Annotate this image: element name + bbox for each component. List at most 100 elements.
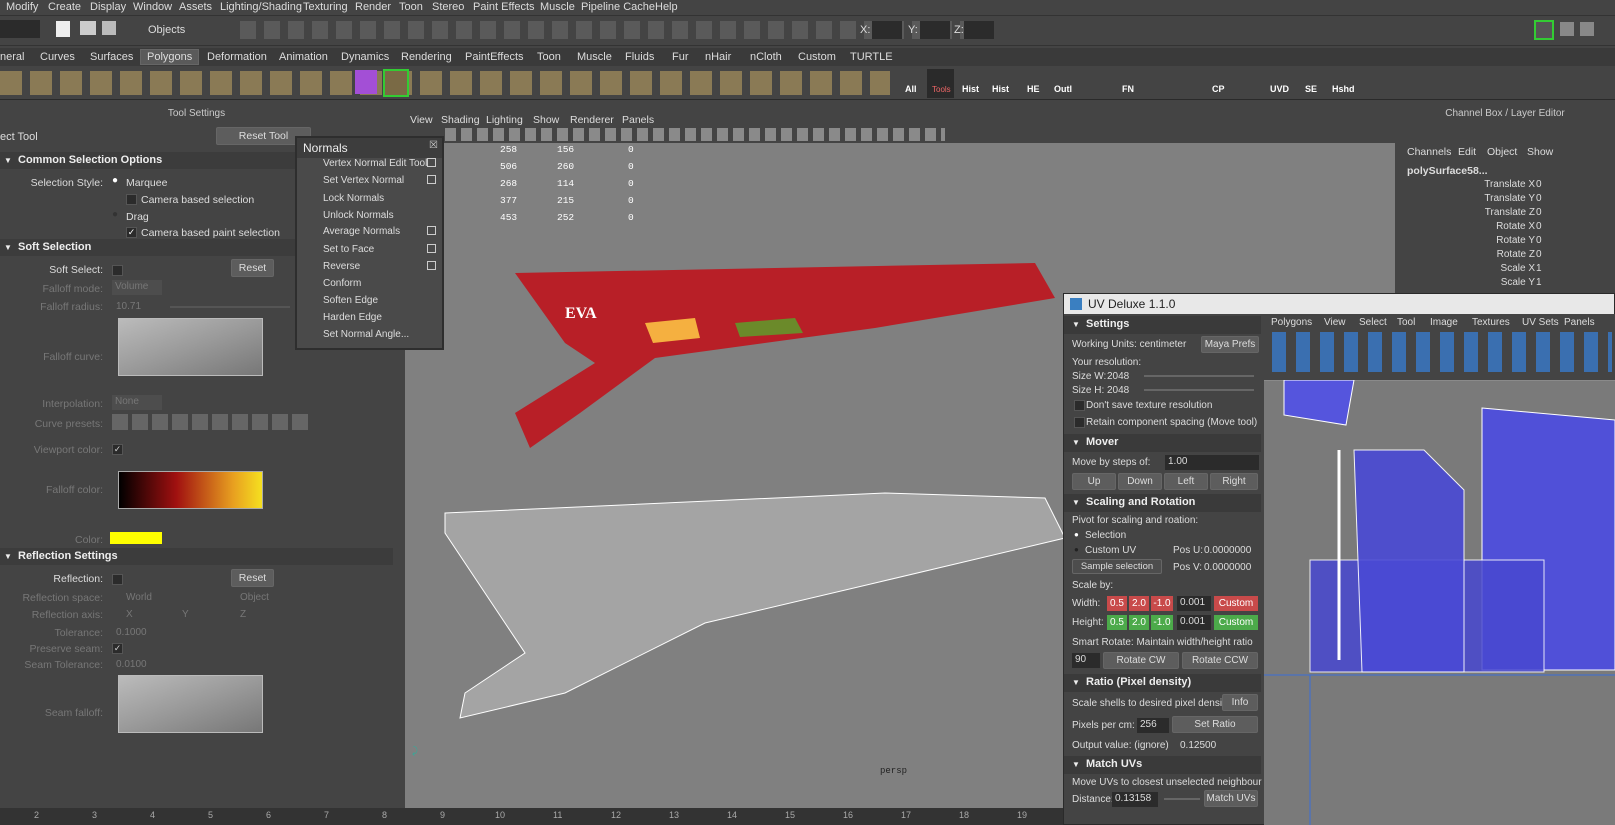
shelf-tab-custom[interactable]: Custom [798,51,836,63]
shelf-hist1-label[interactable]: Hist [962,84,979,94]
normals-item-vertex-normal-edit-tool[interactable]: Vertex Normal Edit Tool [323,158,427,169]
match-uvs-button[interactable]: Match UVs [1204,790,1258,807]
maya-prefs-button[interactable]: Maya Prefs [1201,336,1259,353]
normals-item-set-vertex-normal[interactable]: Set Vertex Normal [323,175,404,186]
shelf-tab-polygons[interactable]: Polygons [140,49,200,65]
uv-menu-uv-sets[interactable]: UV Sets [1522,317,1559,328]
menu-texturing[interactable]: Texturing [303,1,348,13]
viewport-menu-renderer[interactable]: Renderer [570,114,614,126]
uv-menu-polygons[interactable]: Polygons [1271,317,1312,328]
panel-layout-icon[interactable] [1534,20,1554,40]
match-uvs-section[interactable]: Match UVs [1064,756,1261,774]
menu-display[interactable]: Display [90,1,126,13]
attr-translate-z-value[interactable]: 0 [1536,207,1542,218]
preserve-seam-checkbox[interactable]: ✓ [112,643,123,654]
viewport-color-checkbox[interactable]: ✓ [112,444,123,455]
attr-rotate-z-value[interactable]: 0 [1536,249,1542,260]
time-slider[interactable]: 2 3 4 5 6 7 8 9 10 11 12 13 14 15 16 17 … [0,808,1063,825]
width-custom-field[interactable]: 0.001 [1177,596,1211,611]
move-step-field[interactable]: 1.00 [1165,455,1259,470]
reflection-world-radio[interactable]: World [126,592,152,603]
retain-spacing-checkbox[interactable] [1074,417,1085,428]
active-tool-icon[interactable] [383,69,409,97]
viewport-menu-show[interactable]: Show [533,114,559,126]
shelf-tab-toon[interactable]: Toon [537,51,561,63]
width-scale-neg1-button[interactable]: -1.0 [1151,596,1173,611]
tool-settings-icon[interactable] [1580,22,1594,36]
z-field[interactable] [964,21,994,39]
reflection-reset-button[interactable]: Reset [231,569,274,587]
size-w-value[interactable]: 2048 [1107,371,1129,382]
pivot-custom-radio[interactable]: ● [1074,545,1079,554]
shelf-tab-nhair[interactable]: nHair [705,51,731,63]
shelf-hist2-label[interactable]: Hist [992,84,1009,94]
ratio-info-button[interactable]: Info [1222,694,1258,711]
shelf-tab-turtle[interactable]: TURTLE [850,51,893,63]
settings-section[interactable]: Settings [1064,316,1261,334]
width-scale-0-5-button[interactable]: 0.5 [1107,596,1127,611]
close-icon[interactable]: ☒ [429,140,438,151]
normals-item-reverse[interactable]: Reverse [323,261,360,272]
falloff-curve-graph[interactable] [118,318,263,376]
uv-menu-tool[interactable]: Tool [1397,317,1415,328]
normals-item-harden-edge[interactable]: Harden Edge [323,312,382,323]
channel-menu-channels[interactable]: Channels [1407,146,1451,158]
attr-translate-x-value[interactable]: 0 [1536,179,1542,190]
shelf-tab-general[interactable]: neral [0,51,24,63]
ratio-section[interactable]: Ratio (Pixel density) [1064,674,1261,692]
shelf-tab-curves[interactable]: Curves [40,51,75,63]
sample-selection-button[interactable]: Sample selection [1072,559,1162,574]
open-scene-icon[interactable] [80,21,96,35]
menu-create[interactable]: Create [48,1,81,13]
normals-item-set-normal-angle[interactable]: Set Normal Angle... [323,329,409,340]
rotate-degree-field[interactable]: 90 [1072,653,1100,668]
pos-u-value[interactable]: 0.0000000 [1204,545,1251,556]
shelf-uvd-label[interactable]: UVD [1270,84,1289,94]
shelf-tools-button[interactable]: Tools [927,69,954,98]
shelf-tab-animation[interactable]: Animation [279,51,328,63]
axis-z-radio[interactable]: Z [240,609,246,620]
shelf-tab-dynamics[interactable]: Dynamics [341,51,389,63]
menu-window[interactable]: Window [133,1,172,13]
move-down-button[interactable]: Down [1118,473,1162,490]
soft-select-checkbox[interactable] [112,265,123,276]
camera-paint-checkbox[interactable]: ✓ [126,227,137,238]
menu-stereo[interactable]: Stereo [432,1,464,13]
height-custom-field[interactable]: 0.001 [1177,615,1211,630]
menu-paint-effects[interactable]: Paint Effects [473,1,535,13]
move-left-button[interactable]: Left [1164,473,1208,490]
attribute-editor-icon[interactable] [1560,22,1574,36]
shelf-tab-muscle[interactable]: Muscle [577,51,612,63]
normals-item-soften-edge[interactable]: Soften Edge [323,295,378,306]
height-scale-neg1-button[interactable]: -1.0 [1151,615,1173,630]
shelf-se-label[interactable]: SE [1305,84,1317,94]
y-field[interactable] [920,21,950,39]
mover-section[interactable]: Mover [1064,434,1261,452]
seam-falloff-graph[interactable] [118,675,263,733]
falloff-radius-slider[interactable] [170,306,290,308]
rotate-ccw-button[interactable]: Rotate CCW [1182,652,1258,669]
menu-muscle[interactable]: Muscle [540,1,575,13]
move-up-button[interactable]: Up [1072,473,1116,490]
option-box-icon[interactable] [427,175,436,184]
attr-translate-y-value[interactable]: 0 [1536,193,1542,204]
normals-item-unlock-normals[interactable]: Unlock Normals [323,210,394,221]
option-box-icon[interactable] [427,226,436,235]
shelf-outl-label[interactable]: Outl [1054,84,1072,94]
viewport-menu-view[interactable]: View [410,114,433,126]
polygon-tool-icons[interactable] [0,71,890,95]
size-h-slider[interactable] [1144,389,1254,391]
channel-menu-object[interactable]: Object [1487,146,1517,158]
reflection-checkbox[interactable] [112,574,123,585]
marquee-radio[interactable]: ● [112,175,118,186]
falloff-radius-value[interactable]: 10.71 [116,301,141,312]
shelf-tab-painteffects[interactable]: PaintEffects [465,51,524,63]
falloff-color-ramp[interactable] [118,471,263,509]
set-ratio-button[interactable]: Set Ratio [1172,716,1258,733]
poly-cube-purple-icon[interactable] [355,70,377,94]
camera-based-checkbox[interactable] [126,194,137,205]
attr-rotate-y-value[interactable]: 0 [1536,235,1542,246]
shelf-fn-label[interactable]: FN [1122,84,1134,94]
save-scene-icon[interactable] [102,21,116,35]
option-box-icon[interactable] [427,261,436,270]
